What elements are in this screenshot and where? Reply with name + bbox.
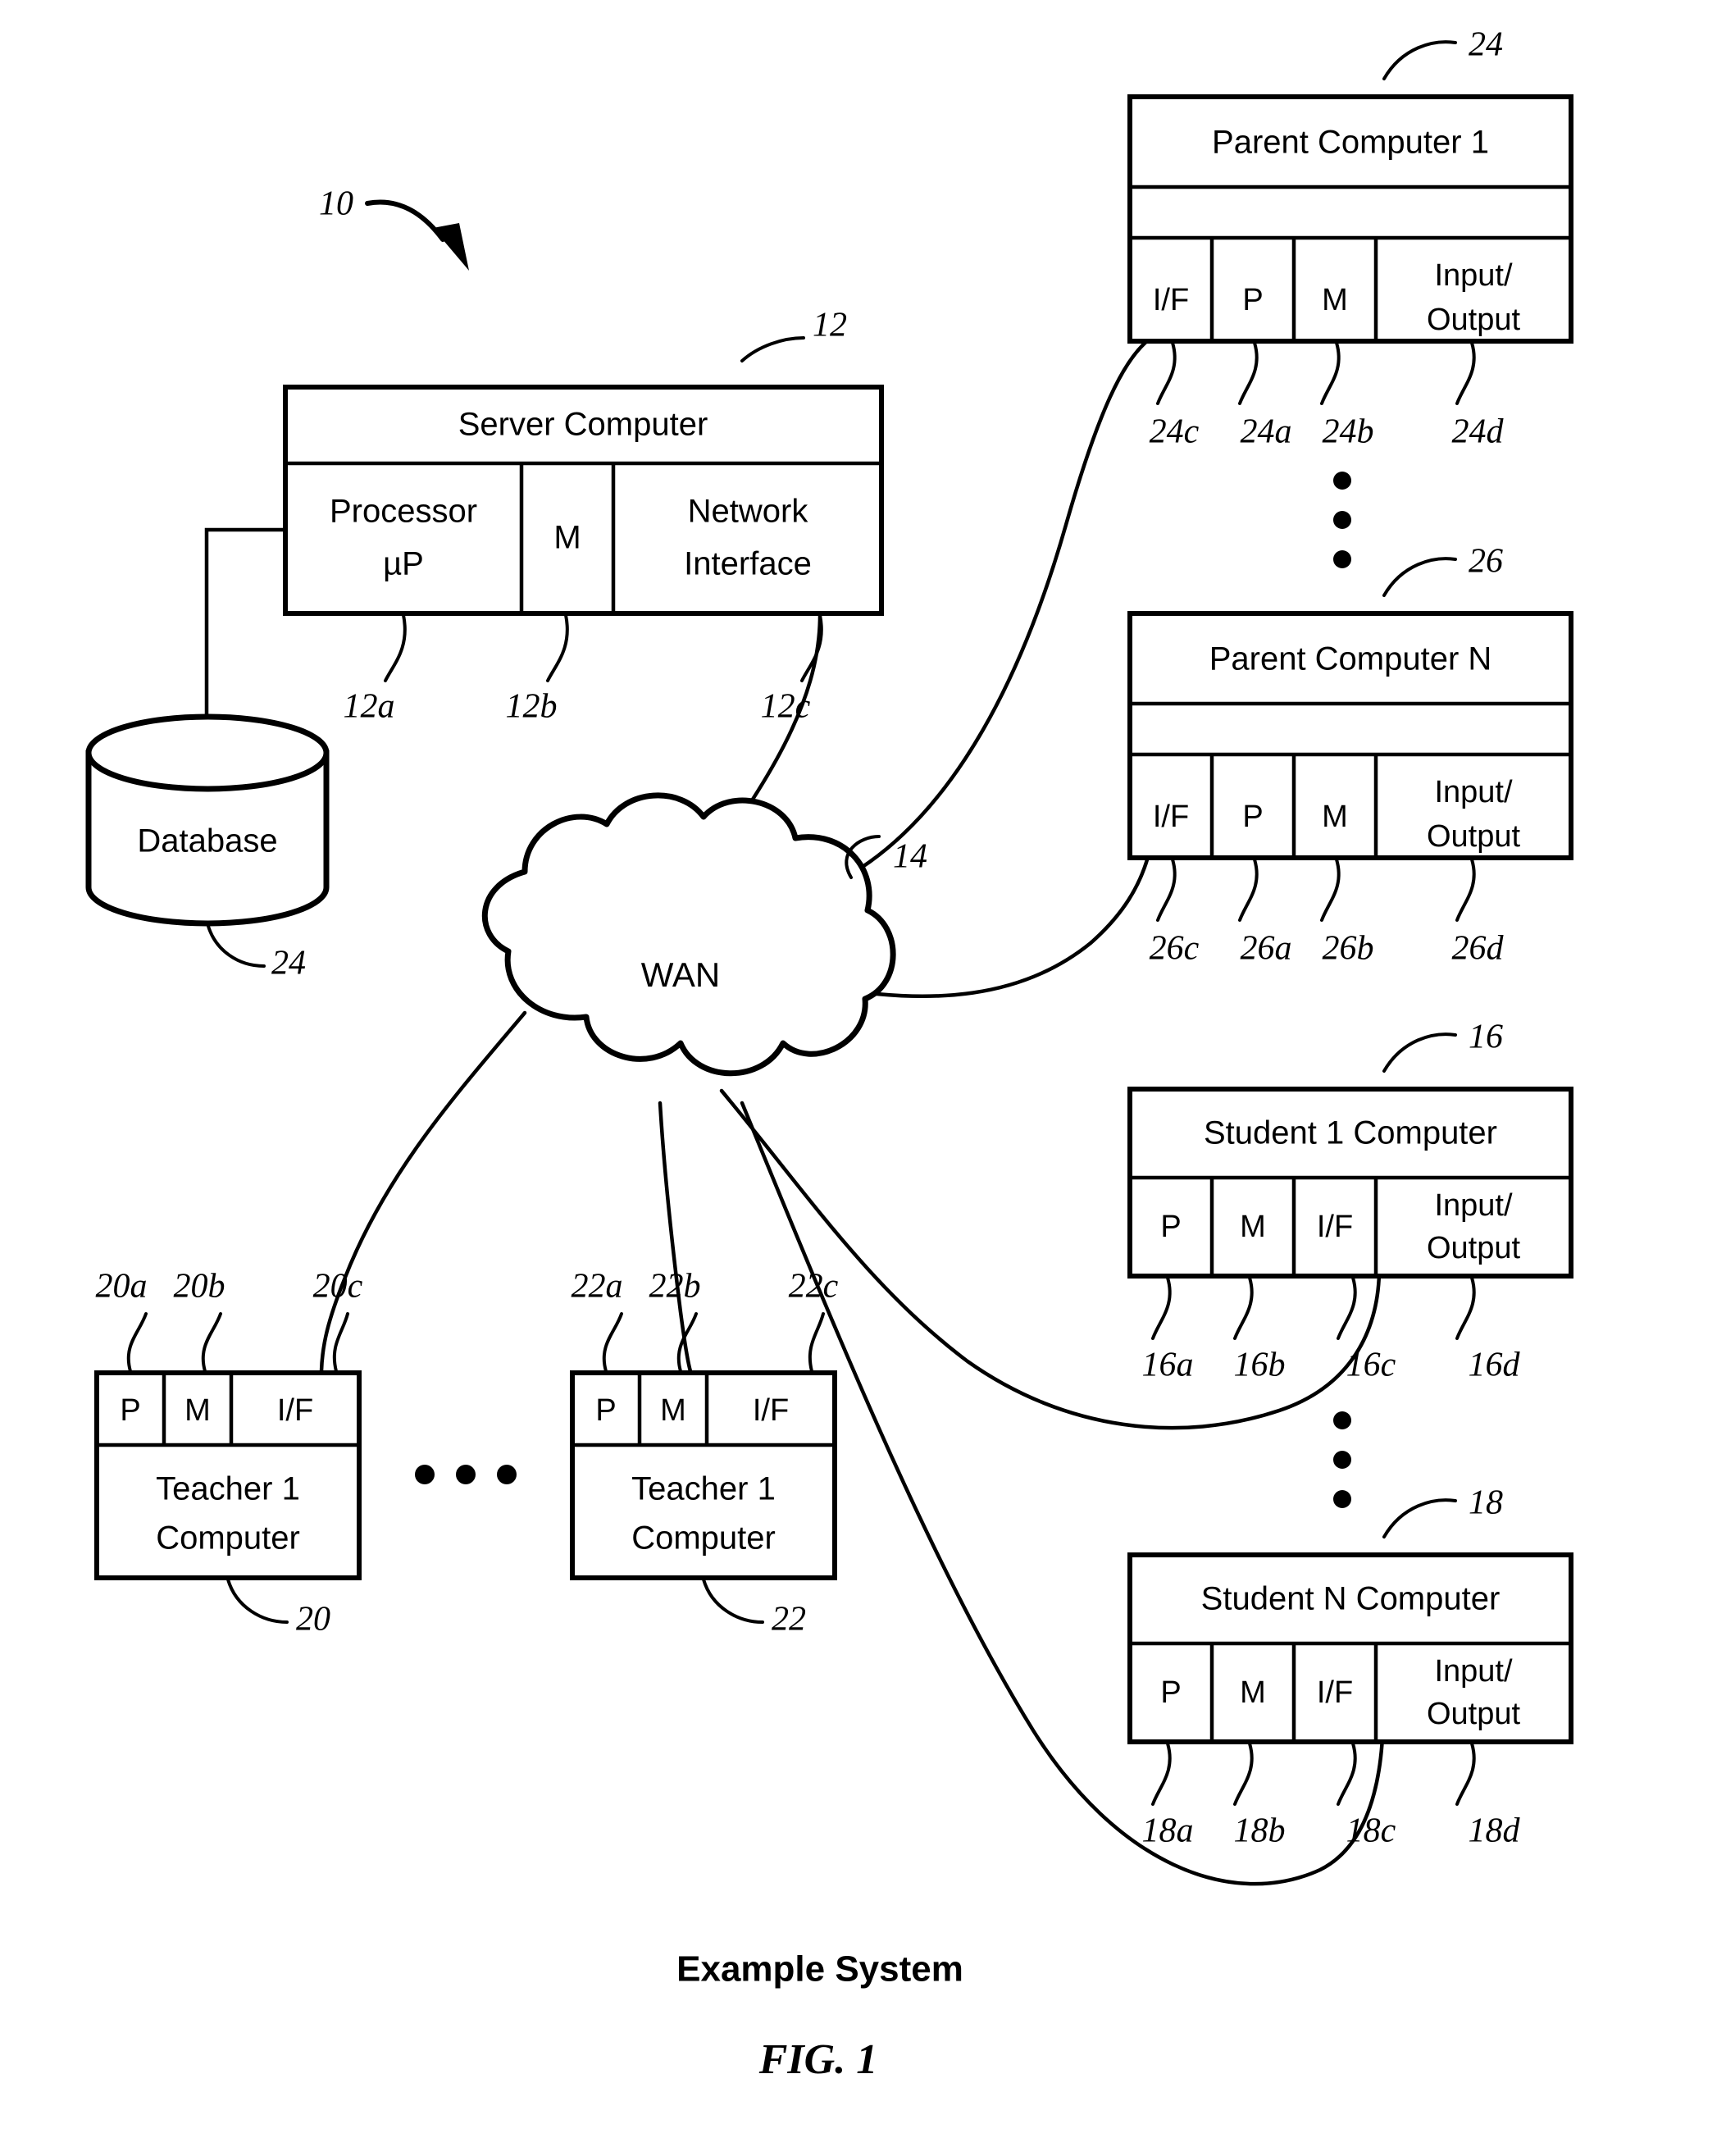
node-parent-computer-1[interactable]: Parent Computer 1 I/F P M Input/ Output <box>1127 94 1573 344</box>
teacher2-title-line2: Computer <box>631 1520 776 1557</box>
teacher2-ref-22c: 22c <box>789 1268 839 1306</box>
parent1-cell-if: I/F <box>1153 283 1189 317</box>
database-label: Database <box>137 823 277 859</box>
parent1-ref-24a: 24a <box>1241 413 1292 451</box>
parent1-cell-io-line2: Output <box>1427 303 1521 337</box>
link-server-to-database <box>204 527 288 739</box>
node-teacher-2-computer[interactable]: P M I/F Teacher 1 Computer <box>570 1370 837 1580</box>
studentN-ref-18d: 18d <box>1469 1812 1521 1850</box>
patent-figure: Server Computer Processor µP M Network I… <box>0 0 1726 2156</box>
node-server-computer[interactable]: Server Computer Processor µP M Network I… <box>283 385 884 616</box>
teacher2-cell-p: P <box>595 1393 616 1428</box>
teacher2-ref: 22 <box>772 1601 806 1639</box>
teacher1-ref-20c: 20c <box>313 1268 363 1306</box>
server-ref: 12 <box>813 307 847 344</box>
parent1-ref-24b: 24b <box>1323 413 1374 451</box>
node-student-n-computer[interactable]: Student N Computer P M I/F Input/ Output <box>1127 1552 1573 1744</box>
studentN-title: Student N Computer <box>1201 1581 1501 1617</box>
teacher2-cell-m: M <box>660 1393 686 1428</box>
student1-ref-16d: 16d <box>1469 1347 1521 1384</box>
teacher1-cell-p: P <box>120 1393 140 1428</box>
student1-cell-if: I/F <box>1317 1210 1353 1244</box>
teacher2-title-line1: Teacher 1 <box>631 1471 776 1507</box>
server-cell-netif-line2: Interface <box>684 546 812 582</box>
student1-ref: 16 <box>1469 1019 1503 1056</box>
parentN-cell-m: M <box>1322 800 1348 834</box>
studentN-cell-m: M <box>1240 1675 1266 1710</box>
parent1-title: Parent Computer 1 <box>1212 125 1489 161</box>
studentN-cell-io-line2: Output <box>1427 1697 1521 1731</box>
node-database[interactable]: Database <box>85 713 330 927</box>
studentN-ref-18a: 18a <box>1142 1812 1194 1850</box>
parent1-ref-24d: 24d <box>1452 413 1505 451</box>
teacher1-title-line1: Teacher 1 <box>156 1471 300 1507</box>
student1-cell-p: P <box>1160 1210 1181 1244</box>
studentN-cell-if: I/F <box>1317 1675 1353 1710</box>
parent1-ref-24c: 24c <box>1150 413 1200 451</box>
studentN-cell-io-line1: Input/ <box>1434 1654 1513 1689</box>
node-wan-cloud[interactable]: WAN <box>481 792 896 1077</box>
student1-cell-m: M <box>1240 1210 1266 1244</box>
studentN-cell-p: P <box>1160 1675 1181 1710</box>
teacher2-ref-22a: 22a <box>572 1268 623 1306</box>
student1-cell-io-line2: Output <box>1427 1231 1521 1265</box>
student1-ref-16c: 16c <box>1346 1347 1396 1384</box>
teacher1-ref-20b: 20b <box>174 1268 225 1306</box>
figure-caption: Example System <box>676 1949 963 1990</box>
server-ref-12b: 12b <box>506 688 558 726</box>
wan-label: WAN <box>641 955 720 994</box>
server-cell-netif-line1: Network <box>688 494 809 530</box>
teacher2-cell-if: I/F <box>753 1393 789 1428</box>
teacher1-cell-if: I/F <box>277 1393 313 1428</box>
teacher1-cell-m: M <box>184 1393 211 1428</box>
server-ref-12a: 12a <box>344 688 395 726</box>
student1-ref-16a: 16a <box>1142 1347 1194 1384</box>
ellipsis-parents <box>1333 472 1351 568</box>
ellipsis-students <box>1333 1411 1351 1508</box>
node-parent-computer-n[interactable]: Parent Computer N I/F P M Input/ Output <box>1127 611 1573 860</box>
wan-ref: 14 <box>893 838 927 876</box>
parent1-cell-m: M <box>1322 283 1348 317</box>
student1-ref-16b: 16b <box>1234 1347 1286 1384</box>
studentN-ref: 18 <box>1469 1484 1503 1522</box>
teacher1-title-line2: Computer <box>156 1520 300 1557</box>
node-student-1-computer[interactable]: Student 1 Computer P M I/F Input/ Output <box>1127 1087 1573 1279</box>
system-ref-label: 10 <box>319 185 353 223</box>
parent1-ref: 24 <box>1469 26 1503 64</box>
parent1-cell-io-line1: Input/ <box>1434 258 1513 293</box>
server-ref-12c: 12c <box>761 688 811 726</box>
parentN-cell-if: I/F <box>1153 800 1189 834</box>
parentN-title: Parent Computer N <box>1209 641 1492 677</box>
studentN-ref-18b: 18b <box>1234 1812 1286 1850</box>
parentN-ref: 26 <box>1469 543 1503 581</box>
teacher1-ref-20a: 20a <box>96 1268 148 1306</box>
database-ref: 24 <box>271 945 306 982</box>
node-teacher-1-computer[interactable]: P M I/F Teacher 1 Computer <box>94 1370 362 1580</box>
ellipsis-teachers <box>415 1465 517 1484</box>
parentN-ref-26c: 26c <box>1150 930 1200 968</box>
server-cell-processor-line2: µP <box>383 546 424 582</box>
server-cell-memory: M <box>553 520 581 556</box>
parentN-cell-p: P <box>1242 800 1263 834</box>
parentN-ref-26d: 26d <box>1452 930 1505 968</box>
parentN-cell-io-line1: Input/ <box>1434 775 1513 809</box>
link-wan-to-teacher1 <box>319 1010 527 1374</box>
server-cell-processor-line1: Processor <box>330 494 477 530</box>
teacher2-ref-22b: 22b <box>649 1268 701 1306</box>
server-title: Server Computer <box>458 407 708 443</box>
system-diagram: Server Computer Processor µP M Network I… <box>85 26 1573 2083</box>
figure-label: FIG. 1 <box>758 2036 877 2083</box>
system-ref-marker: 10 <box>319 185 469 271</box>
parentN-ref-26b: 26b <box>1323 930 1374 968</box>
studentN-ref-18c: 18c <box>1346 1812 1396 1850</box>
parent1-cell-p: P <box>1242 283 1263 317</box>
teacher1-ref: 20 <box>296 1601 330 1639</box>
parentN-ref-26a: 26a <box>1241 930 1292 968</box>
student1-title: Student 1 Computer <box>1204 1115 1497 1151</box>
parentN-cell-io-line2: Output <box>1427 819 1521 854</box>
student1-cell-io-line1: Input/ <box>1434 1188 1513 1223</box>
database-leader: 24 <box>206 922 306 982</box>
